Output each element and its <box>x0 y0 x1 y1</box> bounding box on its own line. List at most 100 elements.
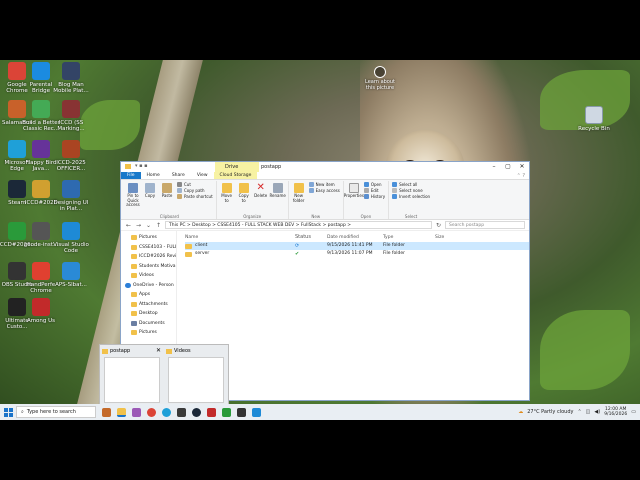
pin-quick-access-button[interactable]: Pin to Quick access <box>126 181 140 208</box>
thumbnail-videos[interactable]: Videos <box>166 347 226 405</box>
select-all-button[interactable]: Select all <box>392 182 430 187</box>
select-group-label: Select <box>404 214 418 219</box>
desktop-icon-label: ICCD (SS Marking... <box>57 120 85 132</box>
new-item-button[interactable]: New item <box>308 182 340 187</box>
thumbnail-postapp[interactable]: postapp ✕ <box>102 347 162 405</box>
chrome-icon[interactable] <box>147 407 156 417</box>
organize-group-label: Organize <box>243 214 262 219</box>
learn-about-picture[interactable]: Learn about this picture <box>362 66 398 91</box>
edit-button[interactable]: Edit <box>363 188 385 193</box>
desktop-icon[interactable]: ICCD-2025 OFFICER... <box>51 140 91 172</box>
whatsapp-icon[interactable] <box>222 407 231 417</box>
desktop-icon[interactable]: ICCD (SS Marking... <box>51 100 91 132</box>
close-icon[interactable]: ✕ <box>515 162 529 172</box>
select-small-buttons: Select all Select none Invert selection <box>392 181 430 199</box>
steam-icon[interactable] <box>192 407 201 417</box>
delete-button[interactable]: ✕ Delete <box>254 181 268 199</box>
properties-button[interactable]: Properties <box>344 181 364 199</box>
file-explorer-icon[interactable] <box>117 407 126 417</box>
paste-shortcut-button[interactable]: Paste shortcut <box>177 194 213 199</box>
forward-arrow-icon[interactable]: → <box>135 222 142 229</box>
cell-size <box>435 242 465 250</box>
desktop-icon[interactable]: Among Us <box>21 298 61 324</box>
desktop-icon-label: Visual Studio Code <box>53 242 89 254</box>
minimize-icon[interactable]: – <box>487 162 501 172</box>
nav-item[interactable]: Pictures <box>121 233 176 243</box>
nav-item[interactable]: Students Motiva <box>121 262 176 272</box>
cut-button[interactable]: Cut <box>177 182 213 187</box>
new-folder-button[interactable]: New folder <box>292 181 306 203</box>
move-to-button[interactable]: Move to <box>220 181 234 203</box>
taskbar-search[interactable]: ⌕ Type here to search <box>16 406 96 418</box>
select-none-button[interactable]: Select none <box>392 188 430 193</box>
column-size[interactable]: Size <box>435 233 465 242</box>
nav-item[interactable]: Documents <box>121 319 176 329</box>
terminal-icon[interactable] <box>237 407 246 417</box>
recent-chevron-icon[interactable]: ⌄ <box>145 222 152 229</box>
quick-access-toolbar-icon[interactable]: ▾ ▪ ▪ <box>135 163 147 169</box>
tray-chevron-icon[interactable]: ⌃ <box>577 409 581 415</box>
column-date-modified[interactable]: Date modified <box>327 233 383 242</box>
vscode-icon[interactable] <box>252 407 261 417</box>
clock[interactable]: 12:00 AM 9/16/2026 <box>604 407 627 418</box>
column-type[interactable]: Type <box>383 233 435 242</box>
copy-to-button[interactable]: Copy to <box>237 181 251 203</box>
tab-home[interactable]: Home <box>141 172 166 179</box>
sloth-app-icon[interactable] <box>102 407 111 417</box>
tab-view[interactable]: View <box>191 172 214 179</box>
notifications-icon[interactable]: ▭ <box>631 409 636 415</box>
paste-button[interactable]: Paste <box>160 181 174 199</box>
up-arrow-icon[interactable]: ↑ <box>155 222 162 229</box>
back-arrow-icon[interactable]: ← <box>125 222 132 229</box>
expand-ribbon-icon[interactable]: ⌃ ? <box>517 173 525 179</box>
rename-button[interactable]: Rename <box>269 181 286 199</box>
weather-text[interactable]: 27°C Partly cloudy <box>527 409 573 415</box>
edge-icon[interactable] <box>162 407 171 417</box>
close-icon[interactable]: ✕ <box>156 347 161 354</box>
search-input[interactable]: Search postapp <box>445 221 525 229</box>
nav-item[interactable]: OneDrive - Person <box>121 281 176 291</box>
nav-item[interactable]: Desktop <box>121 309 176 319</box>
table-row[interactable]: client ⟳ 9/15/2026 11:41 PM File folder <box>185 242 529 250</box>
desktop-icon[interactable]: Visual Studio Code <box>51 222 91 254</box>
tab-share[interactable]: Share <box>166 172 191 179</box>
easy-access-button[interactable]: Easy access <box>308 188 340 193</box>
copy-path-button[interactable]: Copy path <box>177 188 213 193</box>
tab-file[interactable]: File <box>121 172 141 179</box>
folder-icon <box>131 244 137 250</box>
nav-item[interactable]: Pictures <box>121 328 176 338</box>
table-row[interactable]: server ✔ 9/13/2026 11:07 PM File folder <box>185 250 529 258</box>
column-status[interactable]: Status <box>295 233 327 242</box>
nav-item[interactable]: CSSE4103 - FULL <box>121 243 176 253</box>
desktop-icon[interactable]: Blog Man Mobile Plat... <box>51 62 91 94</box>
copy-button[interactable]: Copy <box>143 181 157 199</box>
system-tray: ☁ 27°C Partly cloudy ⌃ ◫ ◀) 12:00 AM 9/1… <box>518 404 636 420</box>
column-name[interactable]: Name <box>185 233 295 242</box>
nav-item-label: Pictures <box>139 330 157 336</box>
start-button[interactable] <box>0 404 16 420</box>
among-us-icon[interactable] <box>207 407 216 417</box>
desktop-icon[interactable]: APS-Slbat... <box>51 262 91 288</box>
volume-icon[interactable]: ◀) <box>594 409 600 415</box>
folder-icon <box>125 164 131 169</box>
network-icon[interactable]: ◫ <box>586 409 591 415</box>
store-icon[interactable] <box>177 407 186 417</box>
address-bar[interactable]: This PC > Desktop > CSSE4105 - FULL STAC… <box>165 221 432 229</box>
contextual-tab-drive[interactable]: Drive <box>215 162 259 172</box>
window-controls: – ▢ ✕ <box>487 162 529 172</box>
refresh-icon[interactable]: ↻ <box>435 222 442 229</box>
maximize-icon[interactable]: ▢ <box>501 162 515 172</box>
tab-cloud-storage[interactable]: Cloud Storage <box>213 172 258 179</box>
copy-icon <box>145 183 155 193</box>
thumbnail-preview-image <box>104 357 160 403</box>
desktop-icon[interactable]: Designing UI in Plat... <box>51 180 91 212</box>
nav-item[interactable]: Videos <box>121 271 176 281</box>
recycle-bin[interactable]: Recycle Bin <box>574 106 614 132</box>
invert-selection-button[interactable]: Invert selection <box>392 194 430 199</box>
open-button[interactable]: Open <box>363 182 385 187</box>
nav-item[interactable]: ICCD#2026 Revi <box>121 252 176 262</box>
nav-item[interactable]: Apps <box>121 290 176 300</box>
copilot-icon[interactable] <box>132 407 141 417</box>
nav-item[interactable]: Attachments <box>121 300 176 310</box>
history-button[interactable]: History <box>363 194 385 199</box>
